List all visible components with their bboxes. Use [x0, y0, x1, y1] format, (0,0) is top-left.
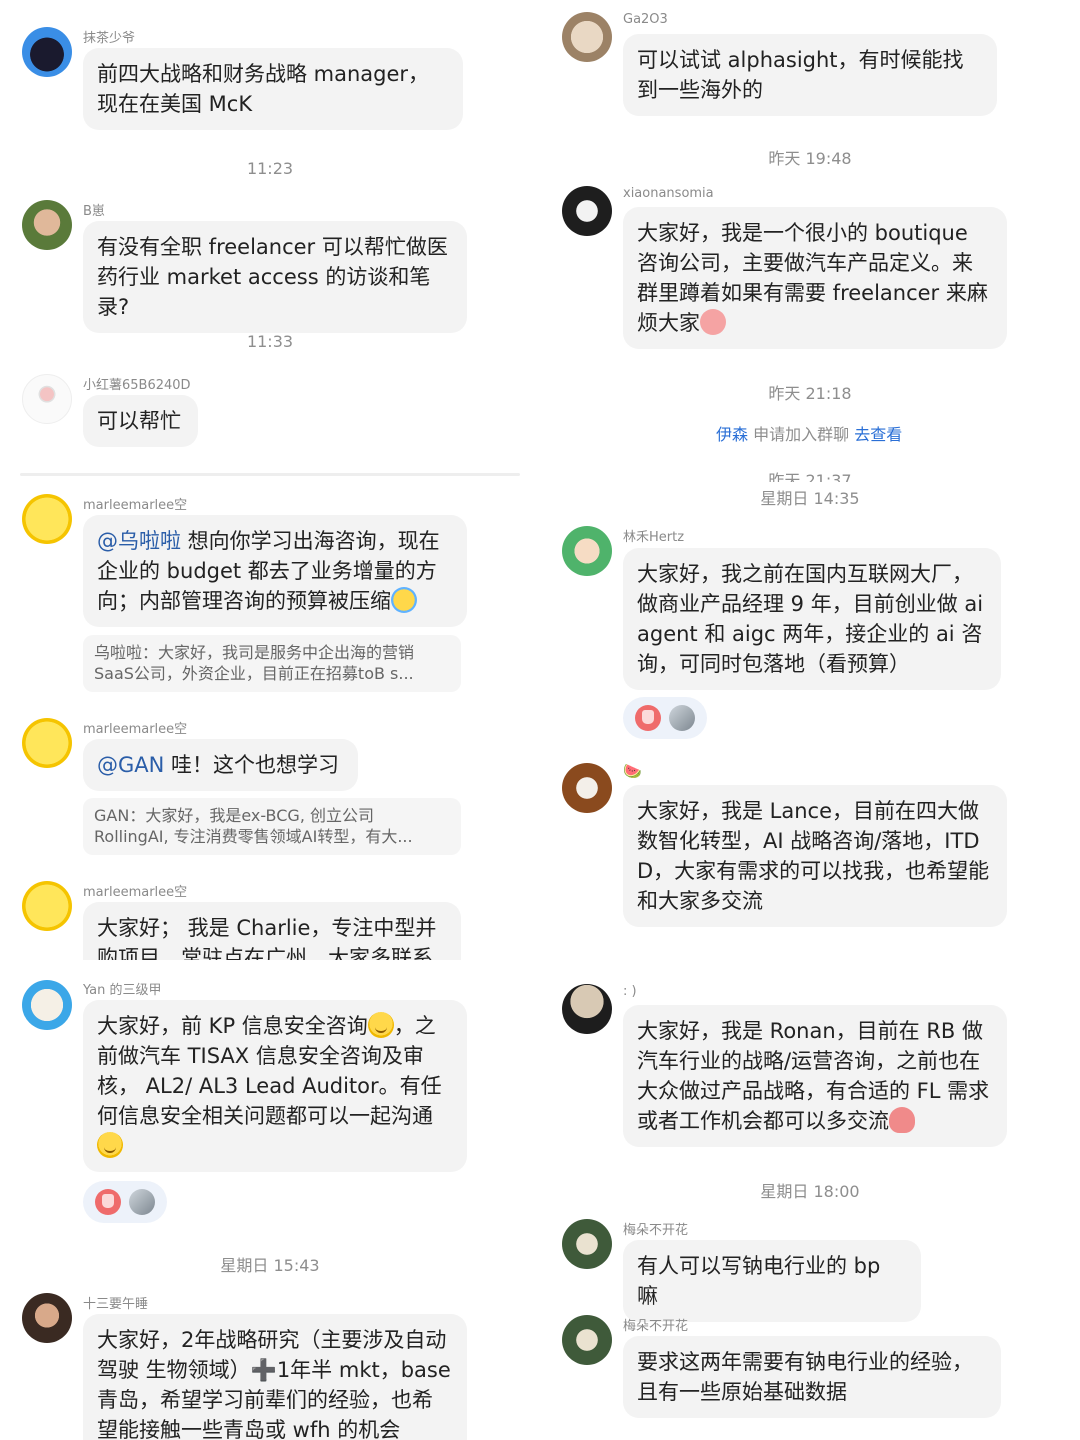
quoted-message[interactable]: GAN：大家好，我是ex-BCG, 创立公司 RollingAI, 专注消费零售…	[83, 798, 461, 855]
message-bubble[interactable]: 要求这两年需要有钠电行业的经验，且有一些原始基础数据	[623, 1336, 1001, 1418]
sender-name: Ga2O3	[623, 12, 668, 27]
avatar[interactable]	[22, 200, 72, 250]
timestamp: 11:33	[246, 332, 294, 351]
sender-name: xiaonansomia	[623, 186, 714, 201]
timestamp: 昨天 21:37	[768, 471, 852, 482]
avatar[interactable]	[22, 494, 72, 544]
left-chat-panel: 抹茶少爷 前四大战略和财务战略 manager，现在在美国 McK 11:23 …	[0, 0, 540, 1440]
message-bubble[interactable]: 大家好，我是一个很小的 boutique 咨询公司，主要做汽车产品定义。来群里蹲…	[623, 207, 1007, 349]
reactor-avatar	[129, 1189, 155, 1215]
message-bubble[interactable]: 大家好，我之前在国内互联网大厂，做商业产品经理 9 年，目前创业做 ai age…	[623, 548, 1001, 690]
message-text: 大家好，我是一个很小的 boutique 咨询公司，主要做汽车产品定义。来群里蹲…	[637, 221, 988, 335]
sender-name: B崽	[83, 204, 105, 219]
sender-name: marleemarlee空	[83, 885, 188, 900]
user-link[interactable]: 伊森	[716, 425, 748, 444]
section-gap	[0, 960, 540, 966]
quote-line: RollingAI, 专注消费零售领域AI转型，有大...	[94, 827, 413, 846]
message-bubble[interactable]: 有没有全职 freelancer 可以帮忙做医药行业 market access…	[83, 221, 467, 333]
quoted-message[interactable]: 乌啦啦：大家好，我司是服务中企出海的营销 SaaS公司，外资企业，目前正在招募t…	[83, 635, 461, 692]
quote-line: 乌啦啦：大家好，我司是服务中企出海的营销	[94, 643, 415, 662]
sender-name: marleemarlee空	[83, 498, 188, 513]
thumbs-up-icon	[635, 705, 661, 731]
avatar[interactable]	[22, 374, 72, 424]
scared-emoji-icon	[700, 309, 726, 335]
mention[interactable]: @GAN	[97, 753, 164, 777]
sender-name: 小红薯65B6240D	[83, 378, 191, 393]
avatar[interactable]	[22, 1293, 72, 1343]
message-text: 哇！这个也想学习	[164, 753, 340, 777]
timestamp: 星期日 14:35	[760, 489, 860, 508]
message-bubble[interactable]: 大家好，前 KP 信息安全咨询 ，之前做汽车 TISAX 信息安全咨询及审核， A…	[83, 1000, 467, 1172]
sender-name: 林禾Hertz	[623, 530, 685, 545]
avatar[interactable]	[562, 984, 612, 1034]
message-bubble[interactable]: 大家好； 我是 Charlie，专注中型并购项目，常驻点在广州，大家多联系	[83, 902, 461, 960]
reactor-avatar	[669, 705, 695, 731]
message-text: 大家好，前 KP 信息安全咨询	[97, 1014, 368, 1038]
sender-name: 十三要午睡	[83, 1297, 149, 1312]
timestamp: 昨天 19:48	[768, 149, 852, 168]
timestamp: 星期日 15:43	[220, 1256, 320, 1275]
smile-emoji-icon	[367, 1012, 394, 1038]
reaction-bar[interactable]	[83, 1181, 167, 1223]
avatar[interactable]	[22, 27, 72, 77]
sender-name: : )	[623, 984, 637, 999]
avatar[interactable]	[562, 1219, 612, 1269]
message-bubble[interactable]: @乌啦啦 想向你学习出海咨询，现在企业的 budget 都去了业务增量的方向；内…	[83, 515, 467, 627]
timestamp: 11:23	[246, 159, 294, 178]
message-bubble[interactable]: 大家好，2年战略研究（主要涉及自动驾驶 生物领域）➕1年半 mkt，base 青…	[83, 1314, 467, 1440]
quote-line: GAN：大家好，我是ex-BCG, 创立公司	[94, 806, 374, 825]
crying-emoji-icon	[391, 587, 417, 613]
avatar[interactable]	[562, 763, 612, 813]
thumbs-up-icon	[95, 1189, 121, 1215]
message-bubble[interactable]: 前四大战略和财务战略 manager，现在在美国 McK	[83, 48, 463, 130]
sender-name: Yan 的三级甲	[83, 983, 162, 998]
section-divider	[20, 473, 520, 476]
mention[interactable]: @乌啦啦	[97, 529, 181, 553]
avatar[interactable]	[562, 526, 612, 576]
message-text: 大家好，我是 Ronan，目前在 RB 做汽车行业的战略/运营咨询，之前也在大众…	[637, 1019, 990, 1133]
sender-name: 梅朵不开花	[623, 1319, 689, 1334]
sender-name: 🍉	[623, 762, 642, 780]
message-bubble[interactable]: @GAN 哇！这个也想学习	[83, 739, 358, 791]
right-chat-panel: Ga2O3 可以试试 alphasight，有时候能找到一些海外的 昨天 19:…	[540, 0, 1080, 1440]
join-request-notice: 伊森 申请加入群聊 去查看	[716, 421, 902, 445]
sender-name: marleemarlee空	[83, 722, 188, 737]
message-bubble[interactable]: 可以帮忙	[83, 395, 198, 447]
timestamp: 昨天 21:18	[768, 384, 852, 403]
message-bubble[interactable]: 大家好，我是 Lance，目前在四大做数智化转型，AI 战略咨询/落地，ITDD…	[623, 785, 1007, 927]
quote-line: SaaS公司，外资企业，目前正在招募toB s...	[94, 664, 414, 683]
view-link[interactable]: 去查看	[854, 425, 902, 444]
timestamp: 星期日 18:00	[760, 1182, 860, 1201]
avatar[interactable]	[22, 980, 72, 1030]
message-bubble[interactable]: 有人可以写钠电行业的 bp 嘛	[623, 1240, 921, 1322]
reaction-bar[interactable]	[623, 697, 707, 739]
message-bubble[interactable]: 可以试试 alphasight，有时候能找到一些海外的	[623, 34, 997, 116]
message-bubble[interactable]: 大家好，我是 Ronan，目前在 RB 做汽车行业的战略/运营咨询，之前也在大众…	[623, 1005, 1007, 1147]
sender-name: 梅朵不开花	[623, 1223, 689, 1238]
avatar[interactable]	[22, 881, 72, 931]
heart-icon	[889, 1107, 915, 1133]
avatar[interactable]	[562, 12, 612, 62]
avatar[interactable]	[562, 1315, 612, 1365]
sender-name: 抹茶少爷	[83, 31, 136, 46]
notice-text: 申请加入群聊	[748, 425, 855, 444]
avatar[interactable]	[22, 718, 72, 768]
smile-emoji-icon	[97, 1132, 123, 1158]
avatar[interactable]	[562, 186, 612, 236]
